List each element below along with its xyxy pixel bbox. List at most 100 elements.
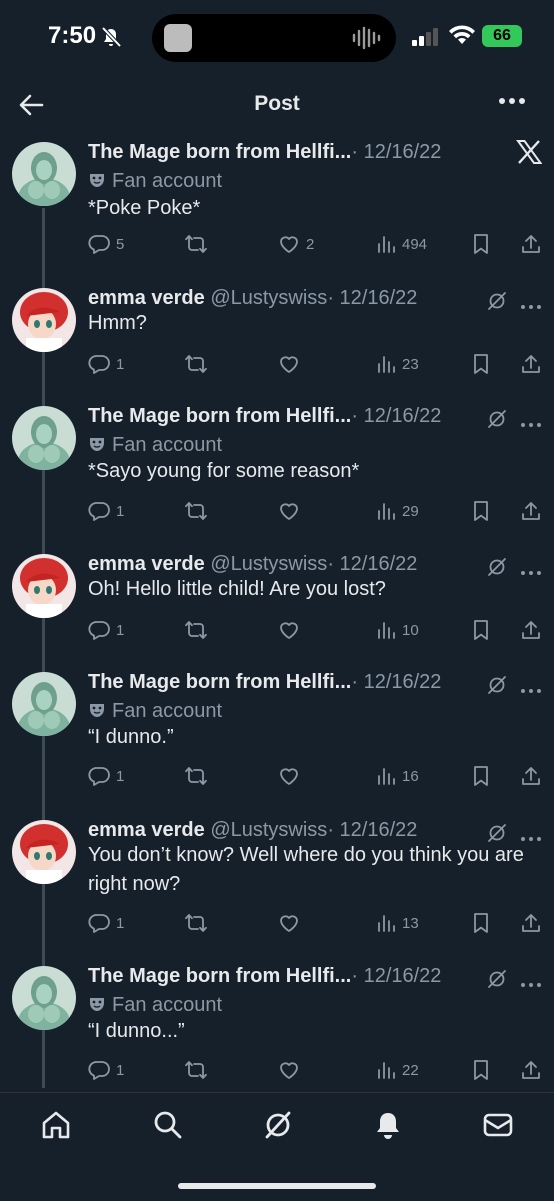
tweet-text: *Poke Poke* xyxy=(88,197,201,219)
view-count: 494 xyxy=(402,235,428,253)
share-icon xyxy=(522,1061,540,1079)
reply-count: 1 xyxy=(116,502,125,520)
bookmark-button[interactable] xyxy=(471,349,491,379)
share-button[interactable] xyxy=(520,908,542,938)
share-icon xyxy=(522,914,540,932)
views-icon xyxy=(378,356,395,373)
reply-button[interactable]: 1 xyxy=(88,908,124,938)
view-count: 23 xyxy=(402,355,419,373)
post-header: Post xyxy=(0,80,554,130)
like-button[interactable] xyxy=(278,908,300,938)
avatar[interactable] xyxy=(12,554,76,618)
tweet-date[interactable]: · 12/16/22 xyxy=(351,141,441,163)
grok-icon[interactable] xyxy=(486,968,508,995)
views-button[interactable]: 494 xyxy=(376,229,427,259)
tweet-date[interactable]: · 12/16/22 xyxy=(327,553,417,575)
views-button[interactable]: 10 xyxy=(376,615,419,645)
messages-icon[interactable] xyxy=(482,1109,514,1141)
search-icon[interactable] xyxy=(152,1109,184,1141)
share-button[interactable] xyxy=(520,496,542,526)
bell-off-icon xyxy=(101,26,122,48)
more-icon[interactable] xyxy=(520,681,542,699)
author-name[interactable]: emma verde xyxy=(88,287,205,309)
avatar[interactable] xyxy=(12,142,76,206)
bookmark-button[interactable] xyxy=(471,615,491,645)
reply-button[interactable]: 1 xyxy=(88,349,124,379)
repost-button[interactable] xyxy=(184,349,208,379)
share-button[interactable] xyxy=(520,349,542,379)
tweet-actions: 1 13 xyxy=(88,908,548,938)
bookmark-button[interactable] xyxy=(471,1055,491,1085)
views-button[interactable]: 29 xyxy=(376,496,419,526)
views-button[interactable]: 13 xyxy=(376,908,419,938)
tweet-date[interactable]: · 12/16/22 xyxy=(351,671,441,693)
avatar[interactable] xyxy=(12,966,76,1030)
grok-icon[interactable] xyxy=(486,674,508,701)
battery-indicator: 66 xyxy=(482,25,522,47)
like-button[interactable] xyxy=(278,615,300,645)
like-button[interactable] xyxy=(278,496,300,526)
grok-icon[interactable] xyxy=(262,1109,294,1141)
views-button[interactable]: 16 xyxy=(376,761,419,791)
like-button[interactable] xyxy=(278,761,300,791)
bookmark-button[interactable] xyxy=(471,908,491,938)
repost-button[interactable] xyxy=(184,1055,208,1085)
views-icon xyxy=(378,503,395,520)
like-button[interactable]: 2 xyxy=(278,229,314,259)
grok-icon[interactable] xyxy=(486,408,508,435)
like-button[interactable] xyxy=(278,349,300,379)
share-icon xyxy=(522,502,540,520)
avatar[interactable] xyxy=(12,406,76,470)
author-name[interactable]: The Mage born from Hellfi... xyxy=(88,965,351,987)
x-logo-icon[interactable] xyxy=(516,140,542,164)
bookmark-button[interactable] xyxy=(471,761,491,791)
tweet-date[interactable]: · 12/16/22 xyxy=(351,405,441,427)
reply-button[interactable]: 5 xyxy=(88,229,124,259)
repost-button[interactable] xyxy=(184,908,208,938)
views-button[interactable]: 23 xyxy=(376,349,419,379)
author-name[interactable]: The Mage born from Hellfi... xyxy=(88,671,351,693)
like-icon xyxy=(280,236,298,253)
bookmark-button[interactable] xyxy=(471,496,491,526)
bookmark-icon xyxy=(474,354,488,374)
repost-button[interactable] xyxy=(184,229,208,259)
avatar[interactable] xyxy=(12,820,76,884)
reply-button[interactable]: 1 xyxy=(88,496,124,526)
avatar[interactable] xyxy=(12,672,76,736)
repost-button[interactable] xyxy=(184,761,208,791)
share-button[interactable] xyxy=(520,761,542,791)
author-handle[interactable]: @Lustyswiss xyxy=(210,287,327,309)
reply-button[interactable]: 1 xyxy=(88,761,124,791)
share-button[interactable] xyxy=(520,229,542,259)
tweet-date[interactable]: · 12/16/22 xyxy=(327,287,417,309)
views-button[interactable]: 22 xyxy=(376,1055,419,1085)
home-icon[interactable] xyxy=(40,1109,72,1141)
author-name[interactable]: The Mage born from Hellfi... xyxy=(88,405,351,427)
share-button[interactable] xyxy=(520,615,542,645)
notifications-icon[interactable] xyxy=(372,1109,404,1141)
repost-button[interactable] xyxy=(184,496,208,526)
like-button[interactable] xyxy=(278,1055,300,1085)
author-name[interactable]: The Mage born from Hellfi... xyxy=(88,141,351,163)
more-icon[interactable] xyxy=(498,96,526,106)
tweet-date[interactable]: · 12/16/22 xyxy=(351,965,441,987)
now-playing-artwork xyxy=(164,24,192,52)
author-name[interactable]: emma verde xyxy=(88,819,205,841)
like-icon xyxy=(280,915,298,932)
bookmark-button[interactable] xyxy=(471,229,491,259)
reply-button[interactable]: 1 xyxy=(88,615,124,645)
avatar[interactable] xyxy=(12,288,76,352)
more-icon[interactable] xyxy=(520,975,542,993)
reply-icon xyxy=(88,621,110,640)
repost-icon xyxy=(185,502,207,520)
share-button[interactable] xyxy=(520,1055,542,1085)
author-name[interactable]: emma verde xyxy=(88,553,205,575)
author-handle[interactable]: @Lustyswiss xyxy=(210,553,327,575)
more-icon[interactable] xyxy=(520,415,542,433)
repost-button[interactable] xyxy=(184,615,208,645)
author-handle[interactable]: @Lustyswiss xyxy=(210,819,327,841)
dynamic-island xyxy=(152,14,396,62)
tweet-date[interactable]: · 12/16/22 xyxy=(327,819,417,841)
reply-button[interactable]: 1 xyxy=(88,1055,124,1085)
share-icon xyxy=(522,355,540,373)
